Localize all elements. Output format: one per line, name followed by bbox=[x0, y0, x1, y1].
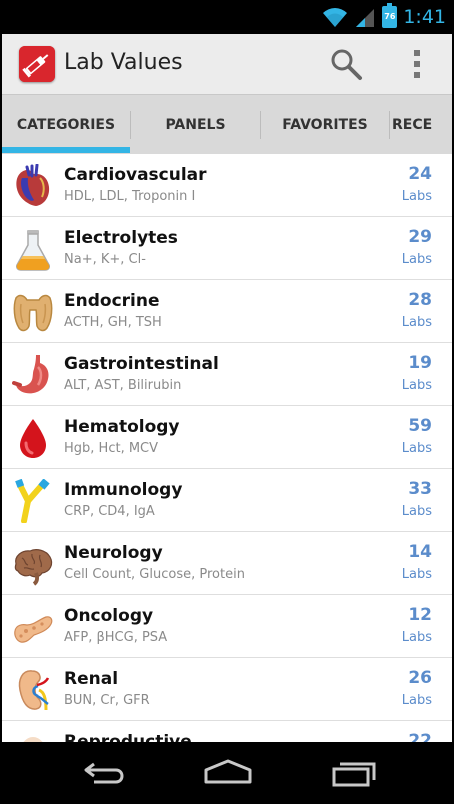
battery-level: 76 bbox=[384, 12, 396, 21]
reproductive-icon bbox=[23, 737, 43, 742]
kidney-icon bbox=[18, 670, 50, 711]
heart-icon bbox=[16, 164, 50, 206]
lab-count-unit: Labs bbox=[401, 567, 432, 582]
lab-count-unit: Labs bbox=[401, 189, 432, 204]
category-row-electrolytes[interactable]: Electrolytes Na+, K+, Cl- 29 Labs bbox=[2, 217, 452, 280]
battery-icon: 76 bbox=[382, 3, 398, 28]
lab-count: 33 bbox=[408, 479, 432, 499]
lab-count: 12 bbox=[408, 605, 432, 625]
category-examples: Hgb, Hct, MCV bbox=[64, 441, 159, 456]
category-examples: AFP, βHCG, PSA bbox=[64, 630, 168, 645]
lab-count: 14 bbox=[408, 542, 432, 562]
category-name: Cardiovascular bbox=[64, 165, 207, 185]
tab-favorites[interactable]: FAVORITES bbox=[261, 95, 389, 155]
category-row-hematology[interactable]: Hematology Hgb, Hct, MCV 59 Labs bbox=[2, 406, 452, 469]
category-name: Oncology bbox=[64, 606, 154, 626]
search-button[interactable] bbox=[328, 46, 364, 82]
tab-panels[interactable]: PANELS bbox=[131, 95, 260, 155]
lab-count: 29 bbox=[408, 227, 432, 247]
category-name: Hematology bbox=[64, 417, 180, 437]
category-row-endocrine[interactable]: Endocrine ACTH, GH, TSH 28 Labs bbox=[2, 280, 452, 343]
lab-count-unit: Labs bbox=[401, 252, 432, 267]
lab-count: 28 bbox=[408, 290, 432, 310]
lab-count-unit: Labs bbox=[401, 441, 432, 456]
category-name: Electrolytes bbox=[64, 228, 178, 248]
overflow-menu-button[interactable] bbox=[402, 46, 432, 82]
blood-drop-icon bbox=[20, 419, 46, 458]
status-icons: 76 1:41 bbox=[322, 3, 446, 31]
lab-count-unit: Labs bbox=[401, 504, 432, 519]
category-row-oncology[interactable]: Oncology AFP, βHCG, PSA 12 Labs bbox=[2, 595, 452, 658]
antibody-icon bbox=[15, 479, 50, 523]
category-examples: BUN, Cr, GFR bbox=[64, 693, 150, 708]
status-bar: 76 1:41 bbox=[2, 0, 452, 34]
system-nav-bar bbox=[2, 742, 452, 804]
home-button[interactable] bbox=[200, 756, 256, 790]
category-list: Cardiovascular HDL, LDL, Troponin I 24 L… bbox=[2, 154, 452, 742]
app-logo-icon[interactable] bbox=[19, 46, 55, 82]
category-examples: HDL, LDL, Troponin I bbox=[64, 189, 196, 204]
flask-icon bbox=[16, 230, 50, 271]
thyroid-icon bbox=[13, 294, 53, 332]
selected-tab-indicator bbox=[2, 147, 130, 153]
device-frame: 76 1:41 Lab Values CATEGORIES PANELS FAV… bbox=[0, 0, 454, 804]
category-row-gastrointestinal[interactable]: Gastrointestinal ALT, AST, Bilirubin 19 … bbox=[2, 343, 452, 406]
lab-count-unit: Labs bbox=[401, 693, 432, 708]
lab-count-unit: Labs bbox=[401, 315, 432, 330]
lab-count: 22 bbox=[408, 731, 432, 742]
category-name: Gastrointestinal bbox=[64, 354, 219, 374]
overflow-menu-icon bbox=[414, 50, 420, 78]
category-row-cardiovascular[interactable]: Cardiovascular HDL, LDL, Troponin I 24 L… bbox=[2, 154, 452, 217]
lab-count: 19 bbox=[408, 353, 432, 373]
category-row-renal[interactable]: Renal BUN, Cr, GFR 26 Labs bbox=[2, 658, 452, 721]
tab-bar: CATEGORIES PANELS FAVORITES RECE bbox=[2, 94, 452, 154]
category-name: Renal bbox=[64, 669, 119, 689]
lab-count: 59 bbox=[408, 416, 432, 436]
recent-apps-icon bbox=[332, 762, 376, 787]
category-name: Neurology bbox=[64, 543, 163, 563]
signal-icon bbox=[356, 9, 375, 27]
category-examples: Cell Count, Glucose, Protein bbox=[64, 567, 245, 582]
wifi-icon bbox=[323, 8, 348, 27]
app-title: Lab Values bbox=[64, 50, 183, 75]
brain-icon bbox=[14, 549, 53, 586]
status-time: 1:41 bbox=[403, 6, 446, 28]
back-icon bbox=[84, 762, 124, 784]
home-icon bbox=[204, 759, 252, 784]
category-row-immunology[interactable]: Immunology CRP, CD4, IgA 33 Labs bbox=[2, 469, 452, 532]
category-examples: Na+, K+, Cl- bbox=[64, 252, 146, 267]
lab-count-unit: Labs bbox=[401, 630, 432, 645]
category-name: Immunology bbox=[64, 480, 183, 500]
lab-count-unit: Labs bbox=[401, 378, 432, 393]
tab-categories[interactable]: CATEGORIES bbox=[2, 95, 130, 155]
recent-apps-button[interactable] bbox=[326, 756, 382, 790]
action-bar: Lab Values bbox=[2, 34, 452, 94]
category-row-neurology[interactable]: Neurology Cell Count, Glucose, Protein 1… bbox=[2, 532, 452, 595]
search-icon bbox=[331, 49, 362, 80]
category-examples: CRP, CD4, IgA bbox=[64, 504, 155, 519]
back-button[interactable] bbox=[78, 756, 134, 790]
stomach-icon bbox=[12, 355, 49, 394]
category-examples: ACTH, GH, TSH bbox=[64, 315, 162, 330]
lab-count: 26 bbox=[408, 668, 432, 688]
category-name: Endocrine bbox=[64, 291, 160, 311]
lab-count: 24 bbox=[408, 164, 432, 184]
pancreas-icon bbox=[14, 616, 53, 643]
tab-recent[interactable]: RECE bbox=[390, 95, 452, 155]
category-examples: ALT, AST, Bilirubin bbox=[64, 378, 182, 393]
category-name: Reproductive bbox=[64, 732, 192, 742]
category-row-reproductive[interactable]: Reproductive 22 bbox=[2, 721, 452, 742]
app-screen: 76 1:41 Lab Values CATEGORIES PANELS FAV… bbox=[2, 0, 452, 804]
